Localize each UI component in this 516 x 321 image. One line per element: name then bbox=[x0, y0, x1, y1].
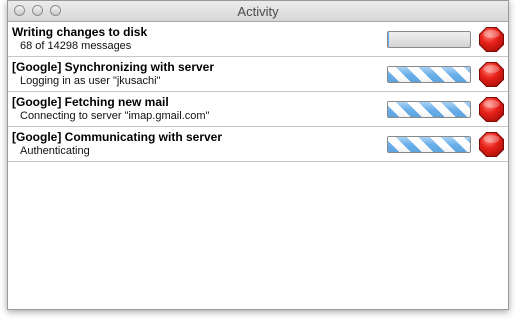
task-status: 68 of 14298 messages bbox=[20, 40, 132, 52]
progress-fill bbox=[388, 102, 470, 117]
progress-fill bbox=[388, 137, 470, 152]
window-title: Activity bbox=[237, 4, 279, 19]
activity-row-fetch-mail: [Google] Fetching new mail Connecting to… bbox=[8, 92, 508, 127]
task-status: Logging in as user "jkusachi" bbox=[20, 75, 161, 87]
progress-fill bbox=[388, 67, 470, 82]
activity-row-write-disk: Writing changes to disk 68 of 14298 mess… bbox=[8, 22, 508, 57]
task-title: [Google] Synchronizing with server bbox=[12, 60, 215, 74]
activity-row-communicate: [Google] Communicating with server Authe… bbox=[8, 127, 508, 162]
task-status: Connecting to server "imap.gmail.com" bbox=[20, 110, 210, 122]
task-title: [Google] Communicating with server bbox=[12, 130, 223, 144]
stop-octagon-icon[interactable] bbox=[478, 131, 505, 158]
task-status: Authenticating bbox=[20, 145, 90, 157]
stop-octagon-icon[interactable] bbox=[478, 96, 505, 123]
activity-window: Activity Writing changes to disk 68 of 1… bbox=[7, 0, 509, 310]
activity-row-sync: [Google] Synchronizing with server Loggi… bbox=[8, 57, 508, 92]
progress-bar bbox=[387, 31, 471, 48]
stop-octagon-icon[interactable] bbox=[478, 61, 505, 88]
title-bar: Activity bbox=[8, 1, 508, 22]
stop-octagon-icon[interactable] bbox=[478, 26, 505, 53]
progress-bar bbox=[387, 101, 471, 118]
task-title: [Google] Fetching new mail bbox=[12, 95, 169, 109]
task-title: Writing changes to disk bbox=[12, 25, 148, 39]
progress-bar bbox=[387, 66, 471, 83]
progress-bar bbox=[387, 136, 471, 153]
